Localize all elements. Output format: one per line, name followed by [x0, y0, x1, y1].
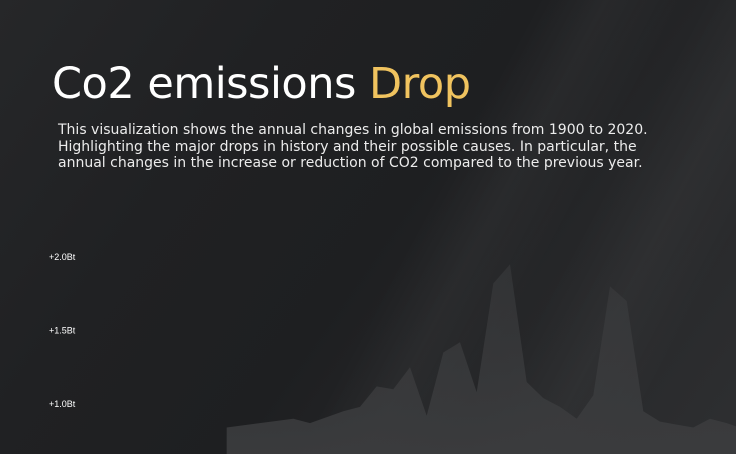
y-tick-label: +1.0Bt — [49, 399, 76, 409]
title-accent: Drop — [369, 59, 471, 109]
description: This visualization shows the annual chan… — [58, 122, 648, 171]
chart-svg: +2.0Bt +1.5Bt +1.0Bt — [49, 252, 736, 454]
chart: +2.0Bt +1.5Bt +1.0Bt — [0, 230, 736, 454]
y-tick-label: +1.5Bt — [49, 326, 76, 336]
emissions-area — [226, 264, 736, 454]
y-tick-label: +2.0Bt — [49, 252, 76, 262]
page-title: Co2 emissions Drop — [52, 58, 471, 110]
title-main: Co2 emissions — [52, 59, 370, 109]
